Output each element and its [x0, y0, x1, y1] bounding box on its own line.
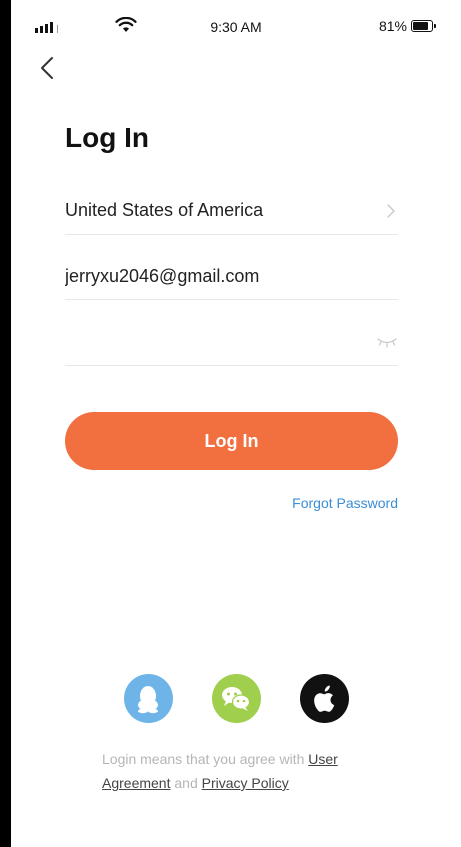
country-label: United States of America [65, 200, 264, 220]
forgot-password-link[interactable]: Forgot Password [292, 495, 398, 511]
chevron-right-icon [387, 203, 395, 218]
battery-indicator: 81% [378, 18, 436, 34]
apple-icon [314, 685, 335, 712]
agreement-text: Login means that you agree with User Agr… [102, 747, 372, 795]
email-field[interactable] [65, 265, 365, 287]
eye-closed-icon[interactable] [376, 335, 398, 349]
battery-fill [413, 22, 428, 30]
apple-login-button[interactable] [299, 674, 349, 723]
battery-percent: 81% [378, 18, 407, 34]
login-screen: 9:30 AM 81% Log In United States of Amer… [11, 0, 461, 847]
country-selector[interactable]: United States of America [65, 187, 398, 235]
wechat-login-button[interactable] [211, 674, 261, 723]
privacy-policy-link[interactable]: Privacy Policy [202, 775, 289, 791]
password-field-row [65, 318, 398, 366]
back-button[interactable] [35, 54, 59, 82]
email-field-row [65, 253, 398, 300]
agreement-prefix: Login means that you agree with [102, 751, 309, 767]
wechat-icon [222, 686, 251, 711]
password-field[interactable] [65, 331, 365, 352]
login-button[interactable]: Log In [65, 412, 398, 470]
qq-login-button[interactable] [123, 674, 173, 723]
social-login-row [11, 674, 461, 723]
status-bar: 9:30 AM 81% [11, 0, 461, 46]
battery-icon [411, 20, 436, 32]
page-title: Log In [65, 122, 149, 153]
qq-penguin-icon [138, 685, 158, 713]
agreement-conjunction: and [170, 775, 202, 791]
chevron-left-icon [41, 57, 53, 79]
